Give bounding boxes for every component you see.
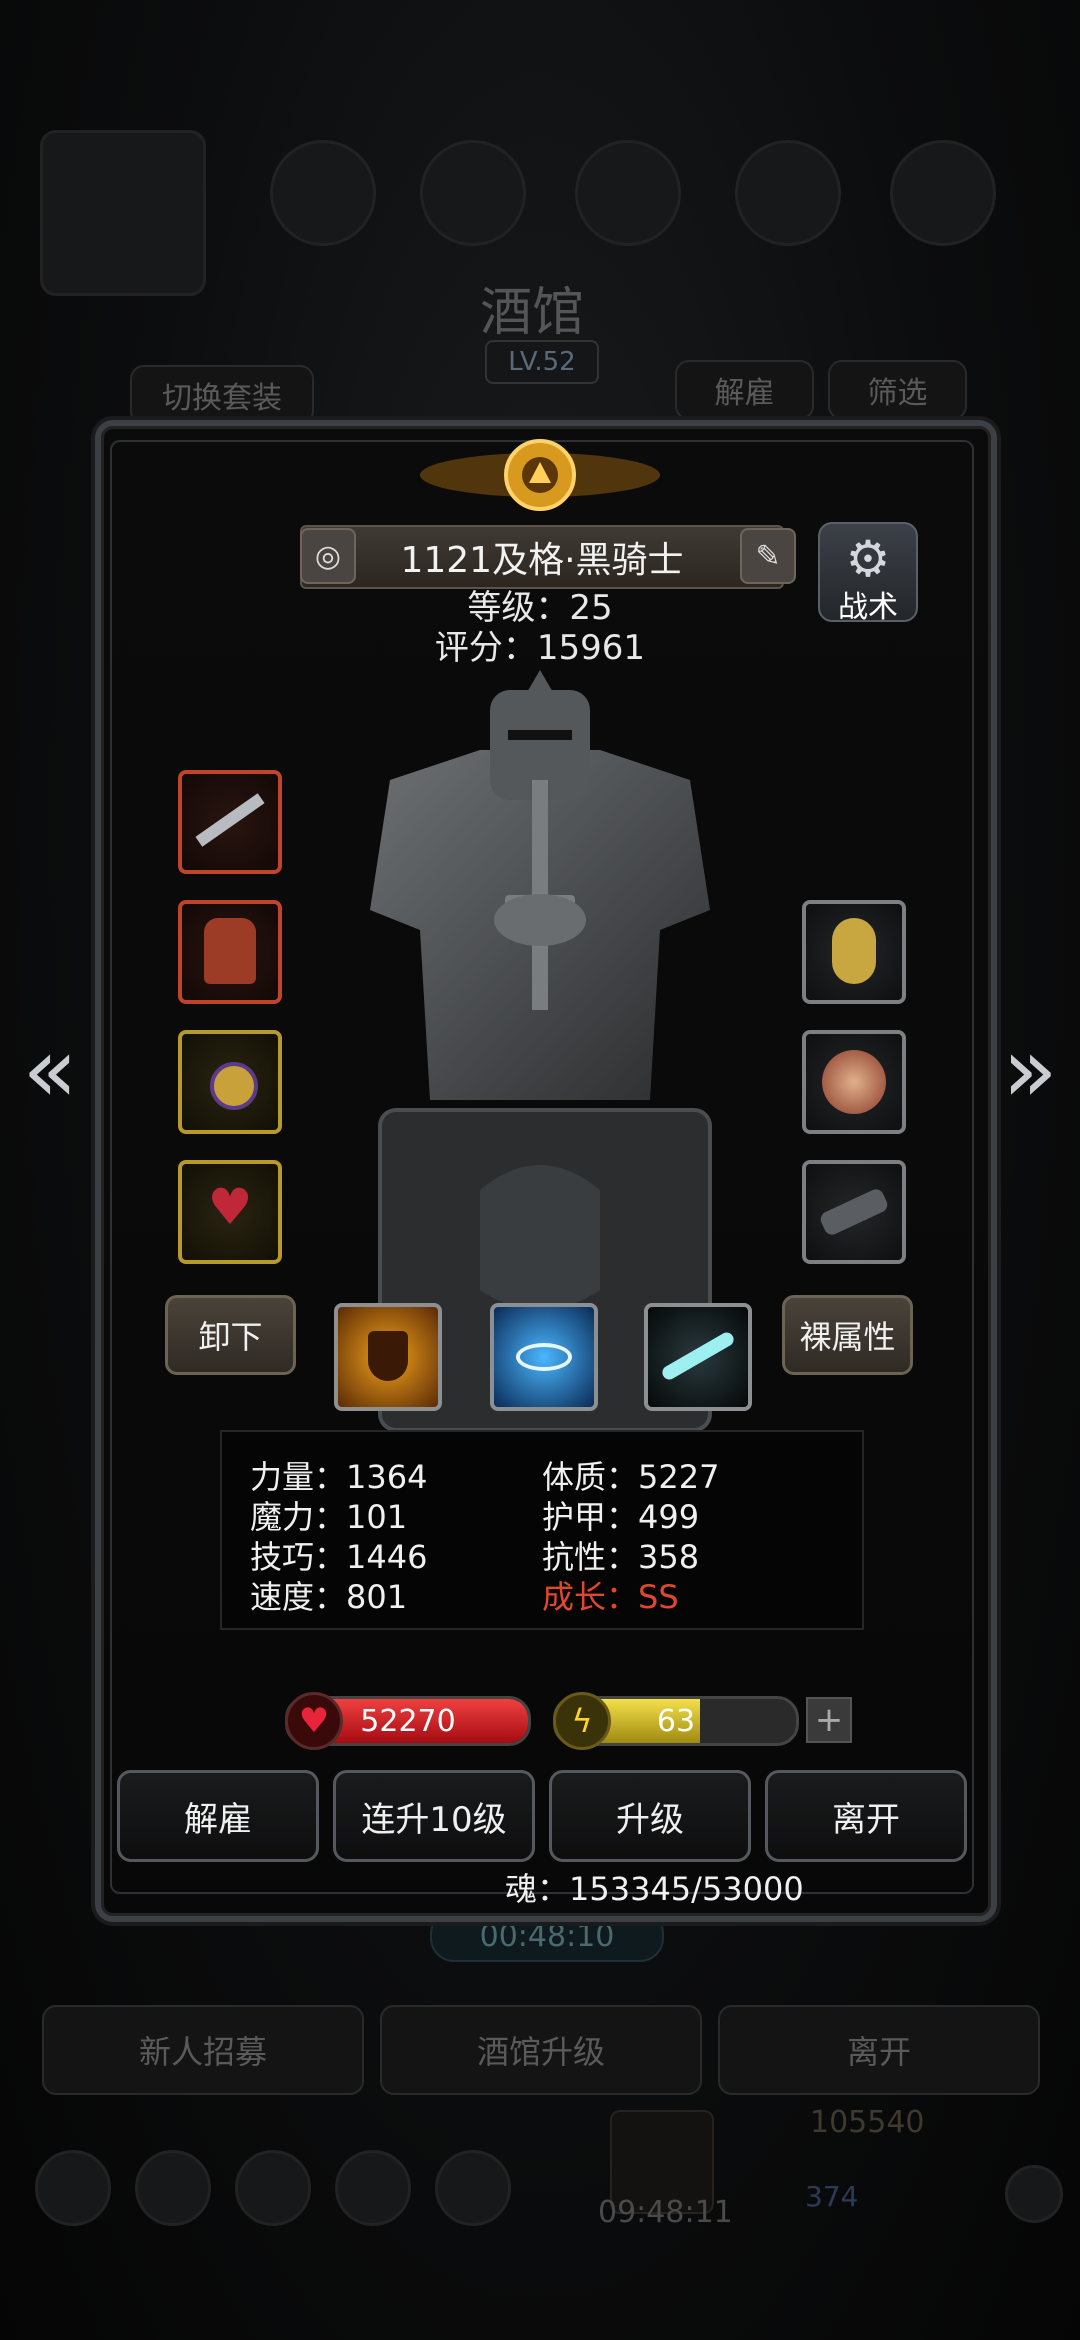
- bottom-nav-icon: [435, 2150, 511, 2226]
- sword-icon: [195, 793, 265, 847]
- recruit-button[interactable]: 新人招募: [42, 2005, 364, 2095]
- armor-icon: [204, 918, 256, 984]
- chevron-left-icon[interactable]: «: [10, 1018, 90, 1123]
- bottom-nav-icon: [235, 2150, 311, 2226]
- hero-name: 1121及格·黑骑士: [400, 540, 684, 581]
- add-energy-button[interactable]: +: [806, 1697, 852, 1743]
- trinket-slot[interactable]: [178, 1030, 282, 1134]
- tavern-title: 酒馆: [480, 283, 585, 343]
- slash-skill[interactable]: [644, 1303, 752, 1411]
- heart-icon: ♥: [285, 1692, 343, 1750]
- dismiss-button[interactable]: 解雇: [117, 1770, 319, 1862]
- armor-slot[interactable]: [178, 900, 282, 1004]
- bg-resource-icon: [575, 140, 681, 246]
- chevron-right-icon[interactable]: »: [990, 1018, 1070, 1123]
- bg-dismiss-button[interactable]: 解雇: [675, 360, 814, 420]
- growth-value: SS: [638, 1578, 679, 1616]
- base-attributes-button[interactable]: 裸属性: [782, 1295, 913, 1375]
- slash-icon: [659, 1329, 737, 1383]
- bg-resource-icon: [420, 140, 526, 246]
- lightning-icon: ϟ: [553, 1692, 611, 1750]
- soul-counter: 魂：153345/53000: [505, 1870, 804, 1908]
- tavern-level: LV.52: [485, 340, 599, 384]
- leave-button[interactable]: 离开: [765, 1770, 967, 1862]
- hero-score: 评分：15961: [434, 628, 646, 668]
- orb-icon: [822, 1050, 886, 1114]
- bg-portrait-icon: [40, 130, 206, 296]
- stats-panel: 力量：1364 魔力：101 技巧：1446 速度：801 体质：5227 护甲…: [220, 1430, 864, 1630]
- plus-icon: +: [814, 1700, 844, 1740]
- bg-resource-icon: [890, 140, 996, 246]
- gold-amount: 105540: [810, 2105, 925, 2140]
- growth-label: 成长：: [542, 1578, 639, 1616]
- shield-icon: [368, 1331, 408, 1381]
- upgrade-10-button[interactable]: 连升10级: [333, 1770, 535, 1862]
- stat-growth: 成长：SS: [542, 1572, 679, 1618]
- bg-filter-button[interactable]: 筛选: [828, 360, 967, 420]
- stat-speed: 速度：801: [250, 1578, 408, 1616]
- helmet-icon: [832, 918, 876, 984]
- necklace-slot[interactable]: ♥: [178, 1160, 282, 1264]
- upgrade-button[interactable]: 升级: [549, 1770, 751, 1862]
- bg-leave-button[interactable]: 离开: [718, 2005, 1040, 2095]
- eye-skill[interactable]: [490, 1303, 598, 1411]
- timer-text: 00:48:10: [479, 1918, 615, 1954]
- eye-icon: [516, 1343, 572, 1371]
- shield-skill[interactable]: [334, 1303, 442, 1411]
- bottom-nav-icon: [35, 2150, 111, 2226]
- orb-slot[interactable]: [802, 1030, 906, 1134]
- bg-resource-icon: [270, 140, 376, 246]
- bottom-nav-icon: [135, 2150, 211, 2226]
- crest-emblem-icon: [420, 439, 660, 511]
- add-icon[interactable]: [1005, 2165, 1063, 2223]
- edit-name-icon[interactable]: ✎: [740, 528, 796, 584]
- switch-outfit-button[interactable]: 切换套装: [130, 365, 314, 425]
- gem-amount: 374: [805, 2180, 859, 2213]
- gauntlet-icon: [818, 1186, 890, 1238]
- rank-medal-icon[interactable]: ◎: [300, 528, 356, 584]
- bottom-nav-icon: [335, 2150, 411, 2226]
- gauntlet-slot[interactable]: [802, 1160, 906, 1264]
- helmet-slot[interactable]: [802, 900, 906, 1004]
- clock-text: 09:48:11: [598, 2195, 733, 2230]
- heart-necklace-icon: ♥: [207, 1178, 253, 1236]
- unequip-button[interactable]: 卸下: [165, 1295, 296, 1375]
- amulet-icon: [210, 1062, 258, 1110]
- tavern-upgrade-button[interactable]: 酒馆升级: [380, 2005, 702, 2095]
- weapon-slot[interactable]: [178, 770, 282, 874]
- bg-resource-icon: [735, 140, 841, 246]
